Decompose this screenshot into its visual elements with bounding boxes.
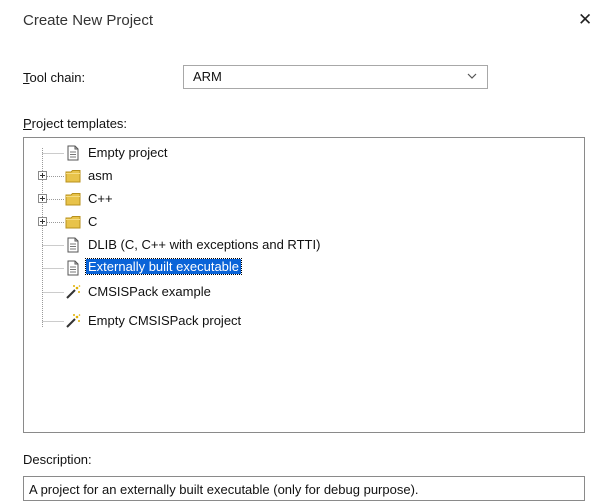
templates-label-accesskey: P (23, 116, 32, 131)
tree-item-label: DLIB (C, C++ with exceptions and RTTI) (88, 237, 321, 252)
dialog-title: Create New Project (23, 12, 154, 29)
tree-item-asm[interactable]: asm (24, 166, 584, 186)
expand-plus-icon[interactable] (38, 171, 47, 180)
folder-icon (65, 193, 81, 206)
tree-item-empty-cmsispack-project[interactable]: Empty CMSISPack project (24, 311, 584, 331)
toolchain-value: ARM (193, 69, 222, 84)
tree-item-label: Empty project (88, 145, 168, 160)
tree-item-cpp[interactable]: C++ (24, 189, 584, 209)
folder-icon (65, 170, 81, 183)
tree-item-label: Empty CMSISPack project (88, 313, 242, 328)
wand-icon (66, 285, 81, 299)
description-text: A project for an externally built execut… (29, 482, 419, 497)
description-label: Description: (23, 452, 92, 467)
tree-item-empty-project[interactable]: Empty project (24, 143, 584, 163)
description-box: A project for an externally built execut… (23, 476, 585, 501)
expand-plus-icon[interactable] (38, 194, 47, 203)
document-icon (67, 260, 79, 276)
tree-item-label: C++ (88, 191, 113, 206)
document-icon (67, 145, 79, 161)
document-icon (67, 237, 79, 253)
templates-label-text: roject templates: (31, 116, 128, 131)
toolchain-label-text: ool chain: (29, 70, 86, 85)
tree-item-cmsispack-example[interactable]: CMSISPack example (24, 282, 584, 302)
project-templates-tree[interactable]: Empty project asm C++ C DLIB (C, C++ wit… (23, 137, 585, 433)
tree-item-c[interactable]: C (24, 212, 584, 232)
toolchain-dropdown[interactable]: ARM (183, 65, 488, 89)
wand-icon (66, 314, 81, 328)
tree-item-label: CMSISPack example (88, 284, 211, 299)
tree-item-label: asm (88, 168, 113, 183)
tree-item-externally-built-executable[interactable]: Externally built executable (24, 258, 584, 278)
tree-item-label: C (88, 214, 98, 229)
tree-item-dlib[interactable]: DLIB (C, C++ with exceptions and RTTI) (24, 235, 584, 255)
tree-item-label-selected: Externally built executable (84, 258, 243, 275)
templates-label: Project templates: (23, 116, 127, 131)
toolchain-label: Tool chain: (23, 70, 85, 85)
folder-icon (65, 216, 81, 229)
close-button[interactable]: ✕ (578, 10, 592, 30)
chevron-down-icon (467, 73, 477, 79)
expand-plus-icon[interactable] (38, 217, 47, 226)
